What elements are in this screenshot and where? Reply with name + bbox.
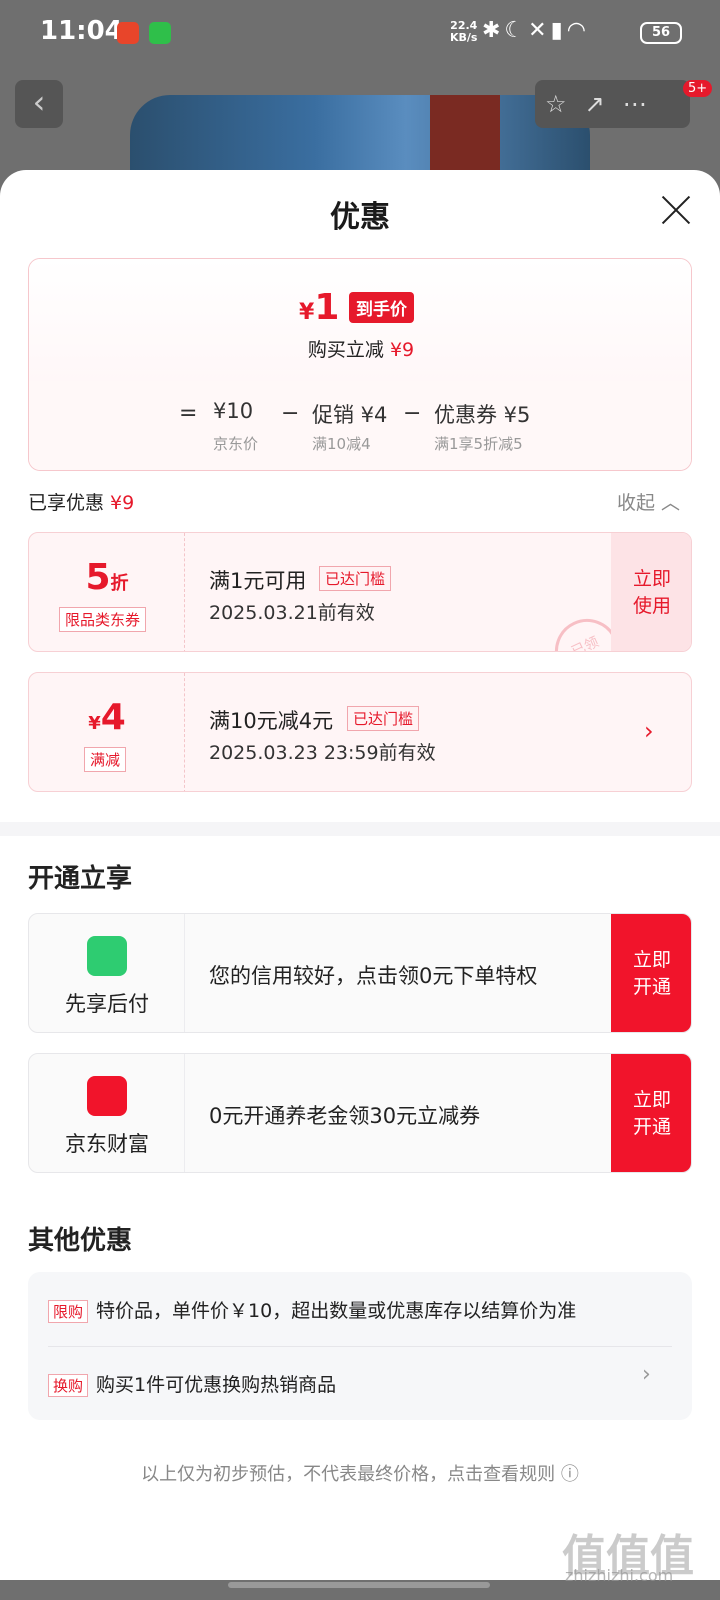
coupon-type-tag: 限品类东券 bbox=[59, 607, 147, 632]
jd-wealth-card: 京东财富 0元开通养老金领30元立减券 立即 开通 bbox=[28, 1053, 692, 1173]
coupon-label: 满1享5折减5 bbox=[434, 435, 523, 453]
coupon-expiry: 2025.03.21前有效 bbox=[209, 602, 375, 624]
coupon-value-block: 5折 限品类东券 bbox=[29, 533, 185, 651]
promo-condition: 满10元减4元 bbox=[209, 709, 334, 733]
coupon-amount: 优惠券 ¥5 bbox=[434, 403, 531, 427]
more-icon[interactable]: ⋯ bbox=[623, 90, 665, 118]
minus-sign: − bbox=[403, 401, 422, 426]
promo-value-block: ¥4 满减 bbox=[29, 673, 185, 791]
limit-purchase-row: 限购 特价品，单件价￥10，超出数量或优惠库存以结算价为准 bbox=[48, 1296, 576, 1323]
threshold-badge: 已达门槛 bbox=[347, 706, 420, 731]
minus-sign: − bbox=[281, 401, 300, 426]
promo-label: 满10减4 bbox=[312, 435, 371, 453]
promo-type-tag: 满减 bbox=[84, 747, 127, 772]
discount-summary: 购买立减 ¥9 bbox=[307, 339, 415, 361]
jd-wealth-text: 0元开通养老金领30元立减券 bbox=[209, 1104, 481, 1128]
collapse-button[interactable]: 收起 ︿ bbox=[617, 488, 680, 515]
pay-later-card: 先享后付 您的信用较好，点击领0元下单特权 立即 开通 bbox=[28, 913, 692, 1033]
share-icon[interactable]: ↗ bbox=[585, 90, 623, 118]
battery-icon: 56 bbox=[640, 22, 682, 44]
discount-sheet: 优惠 ¥1 到手价 购买立减 ¥9 = ¥10 京东价 − 促销 ¥4 满10减… bbox=[0, 170, 720, 1580]
star-icon[interactable]: ☆ bbox=[545, 90, 585, 118]
use-now-button[interactable]: 立即 使用 bbox=[611, 533, 691, 651]
home-indicator[interactable] bbox=[228, 1582, 490, 1588]
limit-tag: 限购 bbox=[48, 1300, 89, 1323]
status-time: 11:04 bbox=[40, 16, 123, 46]
promo-value: ¥4 bbox=[88, 697, 126, 738]
open-section-title: 开通立享 bbox=[28, 864, 133, 894]
exchange-tag: 换购 bbox=[48, 1374, 89, 1397]
shopping-bag-icon bbox=[87, 936, 127, 976]
wallet-icon bbox=[87, 1076, 127, 1116]
pay-later-name: 先享后付 bbox=[65, 992, 149, 1016]
back-button[interactable]: ‹ bbox=[15, 80, 63, 128]
status-bar: 11:04 22.4 KB/s ✱☾✕▮◠ 56 bbox=[0, 0, 720, 66]
message-app-icon bbox=[149, 22, 171, 44]
pay-later-brand: 先享后付 bbox=[29, 914, 185, 1032]
price-summary-card: ¥1 到手价 购买立减 ¥9 = ¥10 京东价 − 促销 ¥4 满10减4 −… bbox=[28, 258, 692, 471]
price-breakdown: = ¥10 京东价 − 促销 ¥4 满10减4 − 优惠券 ¥5 满1享5折减5 bbox=[29, 381, 691, 470]
other-section-title: 其他优惠 bbox=[28, 1226, 133, 1256]
network-speed: 22.4 KB/s bbox=[450, 19, 478, 44]
row-divider bbox=[48, 1346, 672, 1347]
jd-price: ¥10 bbox=[213, 399, 254, 423]
other-discounts: 限购 特价品，单件价￥10，超出数量或优惠库存以结算价为准 换购 购买1件可优惠换购… bbox=[28, 1272, 692, 1420]
notification-app-icon bbox=[117, 22, 139, 44]
coupon-card: 5折 限品类东券 满1元可用 已达门槛 2025.03.21前有效 已领 立即使… bbox=[28, 532, 692, 652]
section-divider bbox=[0, 822, 720, 836]
jd-wealth-brand: 京东财富 bbox=[29, 1054, 185, 1172]
status-icons: ✱☾✕▮◠ bbox=[482, 18, 590, 43]
jd-wealth-name: 京东财富 bbox=[65, 1132, 149, 1156]
enjoyed-discount: 已享优惠 ¥9 bbox=[28, 492, 135, 514]
equals-sign: = bbox=[179, 401, 198, 426]
chevron-right-icon: › bbox=[642, 1362, 651, 1387]
nav-actions: ☆↗⋯ bbox=[535, 80, 690, 128]
coupon-value: 5折 bbox=[85, 557, 129, 598]
sheet-title: 优惠 bbox=[330, 200, 390, 235]
jd-price-label: 京东价 bbox=[213, 435, 259, 453]
message-badge: 5+ bbox=[683, 80, 713, 97]
promo-amount: 促销 ¥4 bbox=[312, 403, 388, 427]
open-now-button[interactable]: 立即 开通 bbox=[611, 914, 691, 1032]
promo-expiry: 2025.03.23 23:59前有效 bbox=[209, 742, 436, 764]
final-price: ¥1 bbox=[299, 287, 340, 328]
final-price-tag: 到手价 bbox=[349, 292, 414, 323]
exchange-purchase-row[interactable]: 换购 购买1件可优惠换购热销商品 bbox=[48, 1370, 336, 1397]
close-icon[interactable] bbox=[660, 194, 692, 226]
threshold-badge: 已达门槛 bbox=[319, 566, 392, 591]
promo-card[interactable]: ¥4 满减 满10元减4元 已达门槛 2025.03.23 23:59前有效 › bbox=[28, 672, 692, 792]
watermark-url: zhizhizhi.com bbox=[565, 1566, 674, 1585]
chevron-right-icon: › bbox=[644, 717, 654, 745]
pay-later-text: 您的信用较好，点击领0元下单特权 bbox=[209, 964, 538, 988]
open-now-button[interactable]: 立即 开通 bbox=[611, 1054, 691, 1172]
coupon-condition: 满1元可用 bbox=[209, 569, 307, 593]
rules-link[interactable]: 以上仅为初步预估，不代表最终价格，点击查看规则 ⓘ bbox=[0, 1460, 720, 1486]
